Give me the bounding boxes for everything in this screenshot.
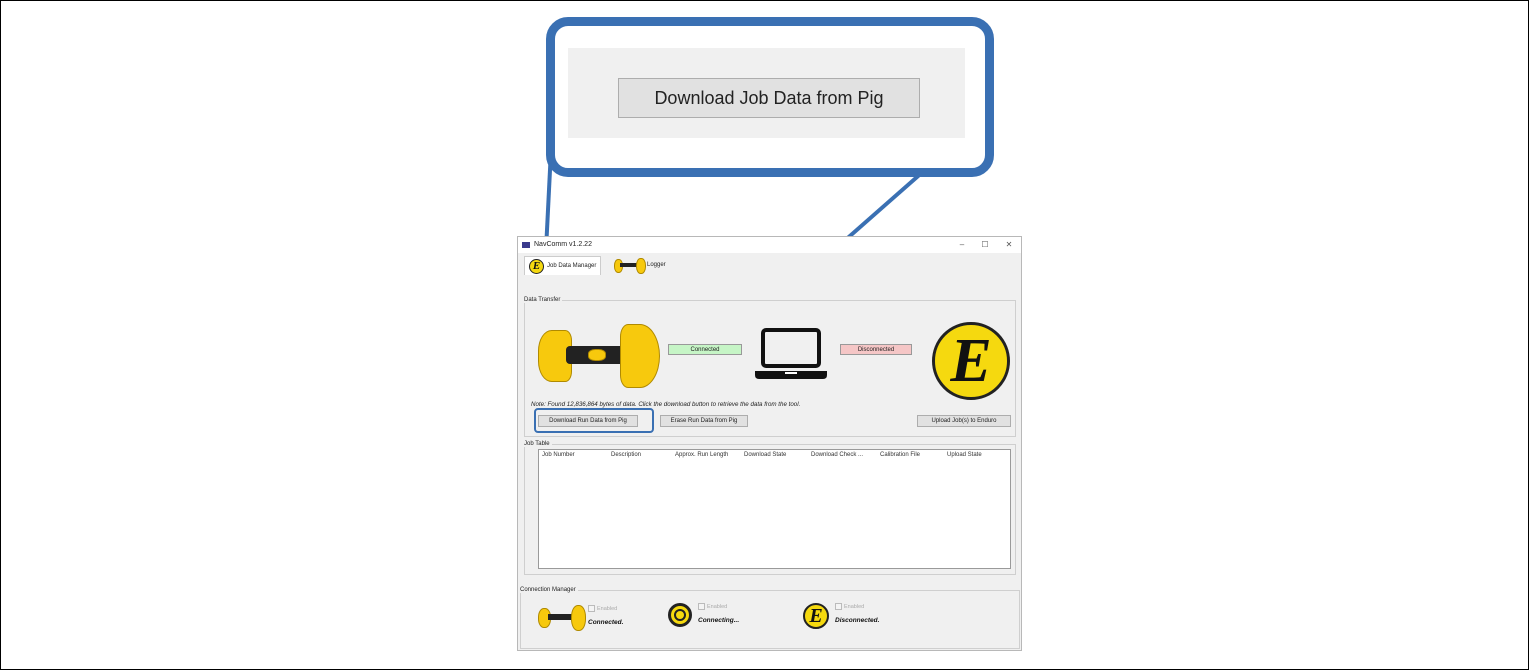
tab-bar: E Job Data Manager Logger	[518, 253, 1021, 275]
data-found-note: Note: Found 12,836,864 bytes of data. Cl…	[531, 401, 801, 408]
logger-enabled-checkbox[interactable]: Enabled	[698, 603, 739, 610]
column-header[interactable]: Download State	[744, 452, 786, 458]
title-bar: NavComm v1.2.22 – ☐ ✕	[518, 237, 1021, 253]
app-window: NavComm v1.2.22 – ☐ ✕ E Job Data Manager…	[517, 236, 1022, 651]
enduro-enabled-checkbox[interactable]: Enabled	[835, 603, 879, 610]
upload-jobs-button[interactable]: Upload Job(s) to Enduro	[917, 415, 1011, 427]
pig-tool-icon	[538, 605, 586, 631]
pig-tool-icon	[614, 258, 646, 274]
enduro-e-logo-icon: E	[803, 603, 829, 629]
tab-logger[interactable]: Logger	[614, 256, 666, 274]
group-legend: Job Table	[524, 441, 550, 447]
enduro-e-logo-icon: E	[932, 322, 1010, 400]
pig-connection-item: Enabled Connected.	[538, 605, 624, 631]
tab-label: Job Data Manager	[547, 263, 597, 269]
laptop-icon	[755, 328, 827, 379]
pig-connection-status: Connected	[668, 344, 742, 355]
enduro-connection-state: Disconnected.	[835, 617, 880, 624]
download-button-highlight	[534, 408, 654, 433]
logger-connection-state: Connecting...	[698, 617, 740, 624]
column-header[interactable]: Job Number	[542, 452, 575, 458]
column-header[interactable]: Approx. Run Length	[675, 452, 728, 458]
minimize-button[interactable]: –	[955, 239, 969, 251]
logger-connection-item: Enabled Connecting...	[668, 603, 739, 627]
close-button[interactable]: ✕	[1002, 239, 1016, 251]
pig-connection-state: Connected.	[588, 619, 624, 626]
maximize-button[interactable]: ☐	[978, 239, 992, 251]
app-icon	[522, 242, 530, 248]
download-job-data-button[interactable]: Download Job Data from Pig	[618, 78, 920, 118]
zoom-callout: Download Job Data from Pig	[546, 17, 994, 177]
group-legend: Connection Manager	[520, 587, 576, 593]
callout-background: Download Job Data from Pig	[568, 48, 965, 138]
enduro-e-logo-icon: E	[529, 258, 544, 274]
column-header[interactable]: Calibration File	[880, 452, 920, 458]
enduro-connection-item: E Enabled Disconnected.	[803, 603, 879, 629]
group-legend: Data Transfer	[524, 297, 561, 303]
column-header[interactable]: Upload State	[947, 452, 982, 458]
erase-run-data-button[interactable]: Erase Run Data from Pig	[660, 415, 748, 427]
pig-enabled-checkbox[interactable]: Enabled	[588, 605, 623, 612]
logger-beacon-icon	[668, 603, 692, 627]
tab-job-data-manager[interactable]: E Job Data Manager	[524, 256, 602, 275]
column-header[interactable]: Download Check ...	[811, 452, 863, 458]
job-table[interactable]: Job Number Description Approx. Run Lengt…	[538, 449, 1011, 569]
pig-tool-image	[538, 322, 660, 388]
tab-label: Logger	[647, 262, 666, 268]
column-header[interactable]: Description	[611, 452, 641, 458]
window-title: NavComm v1.2.22	[534, 241, 592, 248]
enduro-connection-status: Disconnected	[840, 344, 912, 355]
